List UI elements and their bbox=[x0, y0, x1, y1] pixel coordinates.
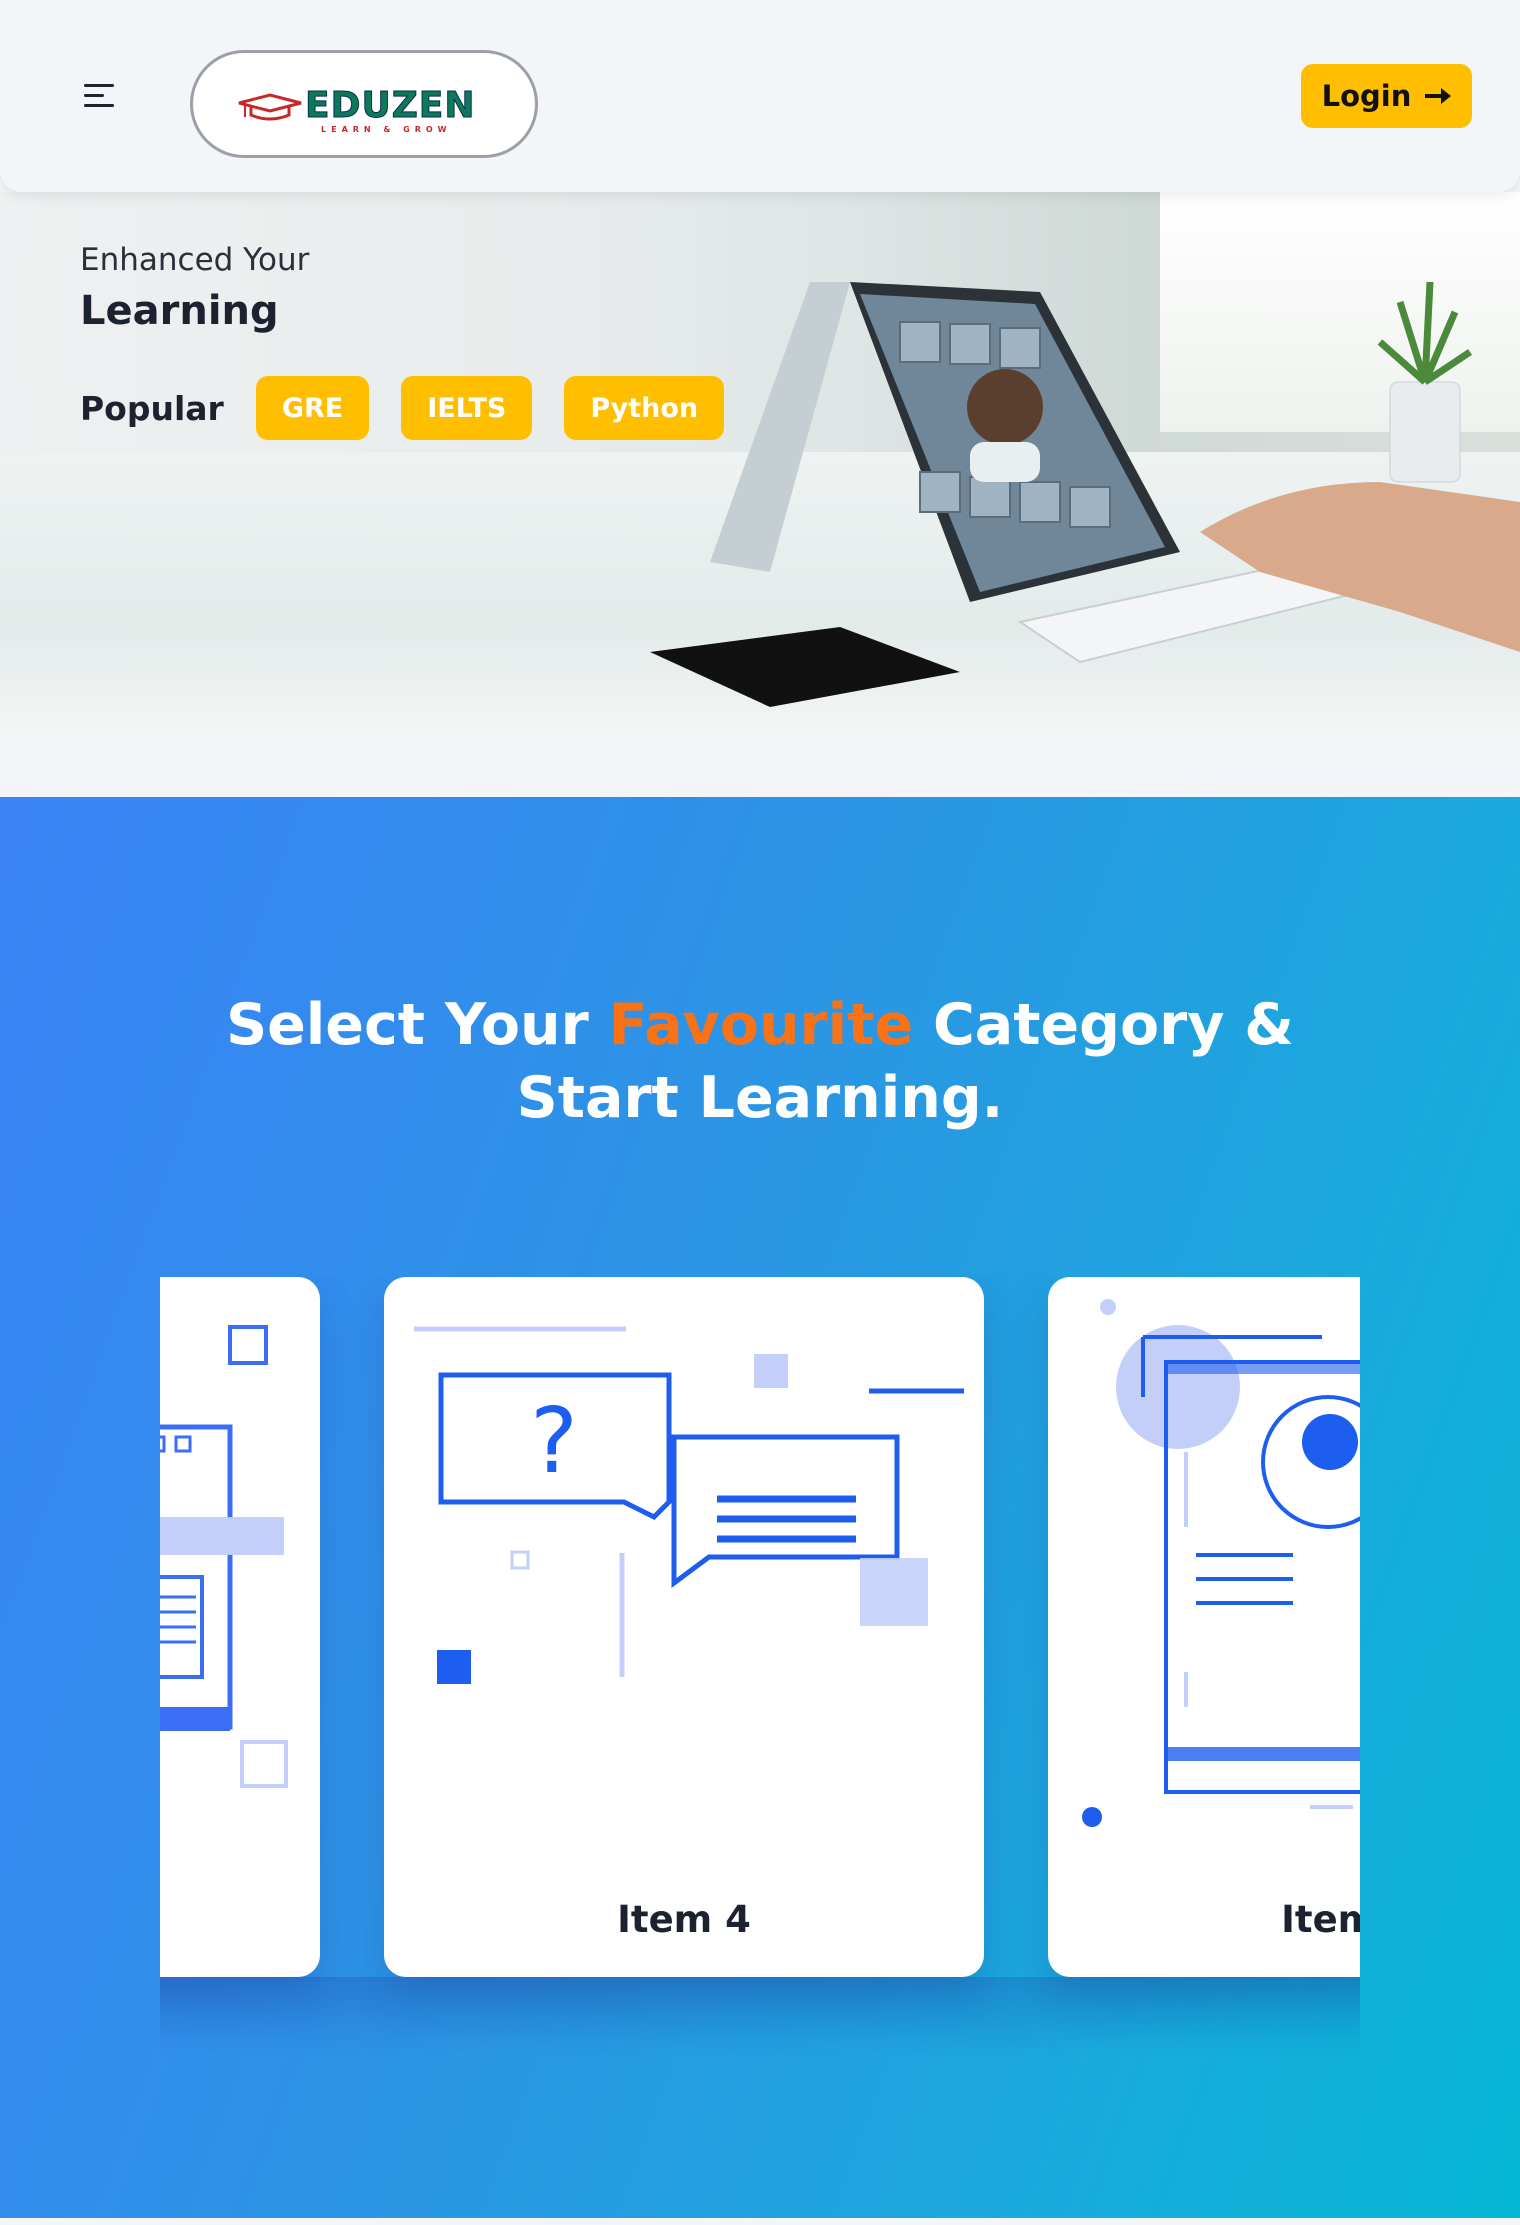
popular-label: Popular bbox=[80, 388, 224, 428]
popular-tags: Popular GRE IELTS Python bbox=[80, 376, 756, 440]
profile-document-illustration bbox=[1082, 1299, 1360, 1827]
title-part1: Select Your bbox=[226, 992, 609, 1058]
section-title: Select Your Favourite Category & Start L… bbox=[0, 989, 1520, 1135]
login-button[interactable]: Login bbox=[1301, 64, 1472, 128]
hero-title: Learning bbox=[80, 288, 279, 334]
logo-wordmark: EDUZEN bbox=[305, 85, 476, 127]
chat-bubbles-illustration: ? bbox=[414, 1326, 964, 1684]
card-label: Item 4 bbox=[617, 1898, 751, 1941]
browser-window-illustration bbox=[160, 1325, 288, 1788]
category-section: Select Your Favourite Category & Start L… bbox=[0, 797, 1520, 2218]
hero-banner: Enhanced Your Learning Popular GRE IELTS… bbox=[0, 192, 1520, 733]
menu-icon[interactable] bbox=[84, 82, 118, 110]
login-label: Login bbox=[1321, 79, 1412, 113]
svg-text:?: ? bbox=[530, 1389, 578, 1494]
category-card[interactable]: Item 5 bbox=[1048, 1277, 1360, 1977]
logo-tagline: LEARN & GROW bbox=[321, 125, 452, 134]
hero-subtitle: Enhanced Your bbox=[80, 242, 310, 278]
card-label: Item 5 bbox=[1281, 1898, 1360, 1941]
category-carousel[interactable]: ? Item 4 Item bbox=[160, 1277, 1360, 2057]
tag-python[interactable]: Python bbox=[564, 376, 725, 440]
logo[interactable]: EDUZEN LEARN & GROW bbox=[190, 50, 538, 158]
carousel-shadow bbox=[160, 1977, 1360, 2057]
tag-gre[interactable]: GRE bbox=[255, 376, 370, 440]
hero-laptop-image bbox=[650, 281, 1520, 707]
arrow-right-icon bbox=[1425, 88, 1452, 104]
title-part2: Category & bbox=[913, 992, 1294, 1058]
site-header: EDUZEN LEARN & GROW Login bbox=[0, 0, 1520, 192]
tag-ielts[interactable]: IELTS bbox=[401, 376, 533, 440]
graduation-cap-icon bbox=[238, 93, 302, 121]
title-highlight: Favourite bbox=[608, 992, 914, 1058]
category-card[interactable]: ? Item 4 bbox=[384, 1277, 984, 1977]
category-card[interactable] bbox=[160, 1277, 320, 1977]
title-line2: Start Learning. bbox=[516, 1065, 1004, 1131]
